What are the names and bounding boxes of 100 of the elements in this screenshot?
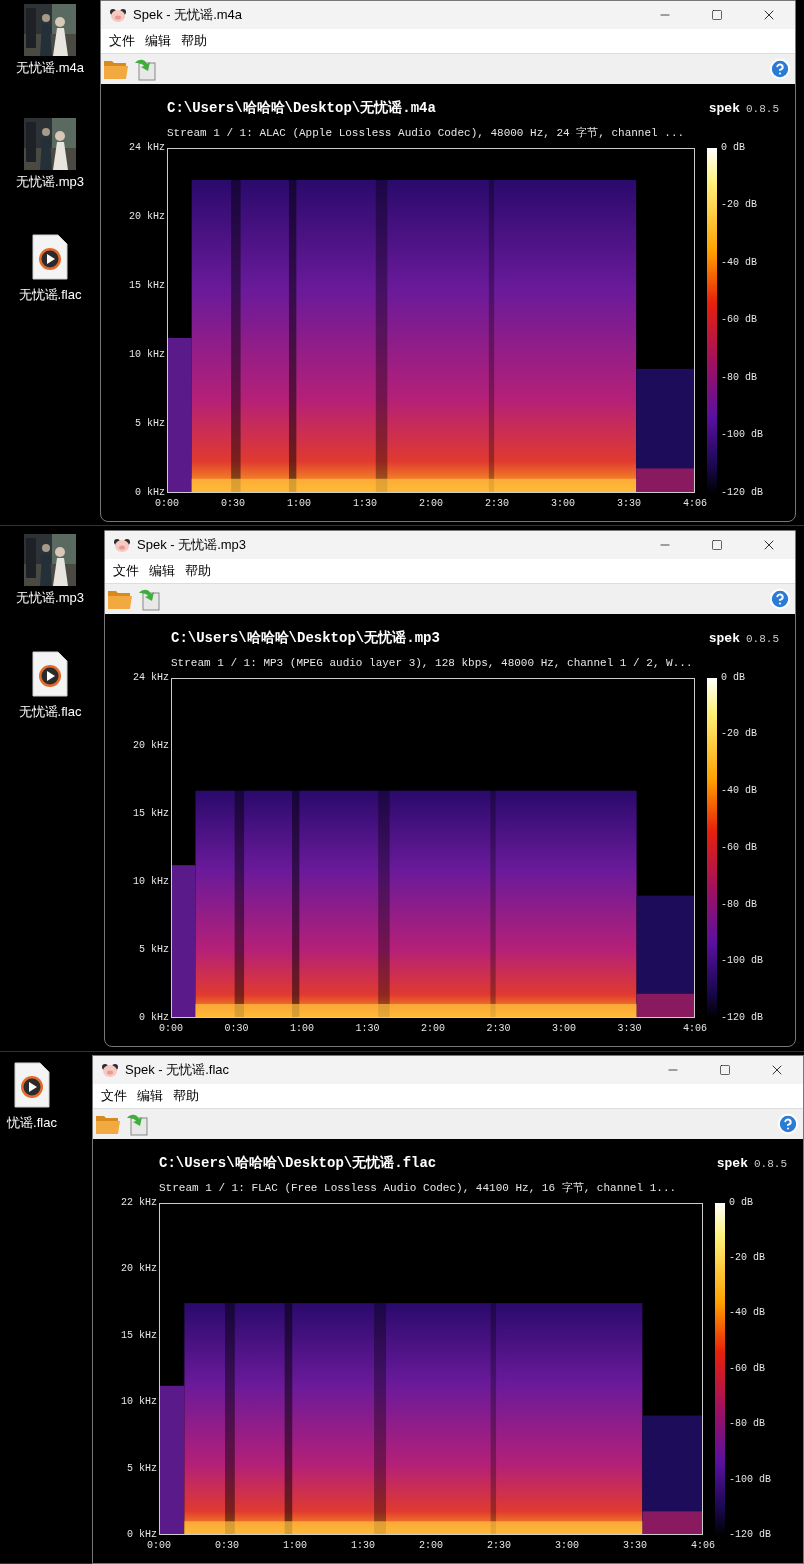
- time-label: 0:30: [215, 1539, 239, 1553]
- db-label: -80 dB: [729, 1417, 766, 1432]
- db-label: -20 dB: [721, 727, 758, 742]
- menu-item[interactable]: 帮助: [181, 561, 215, 581]
- media-file-icon[interactable]: [14, 1062, 50, 1108]
- time-label: 0:30: [224, 1022, 249, 1036]
- app-name: spek: [708, 630, 740, 648]
- db-label: -80 dB: [721, 370, 758, 385]
- menu-item[interactable]: 文件: [105, 31, 139, 51]
- menu-item[interactable]: 帮助: [169, 1086, 203, 1106]
- axis-label: 20 kHz: [129, 209, 165, 224]
- time-label: 2:00: [418, 497, 443, 511]
- time-label: 0:00: [147, 1539, 171, 1553]
- db-label: -40 dB: [729, 1306, 766, 1321]
- time-label: 3:00: [550, 497, 575, 511]
- file-name[interactable]: 无忧谣.m4a: [16, 58, 84, 78]
- help-icon[interactable]: [769, 58, 791, 80]
- file-name[interactable]: 无忧谣.flac: [18, 285, 82, 305]
- db-label: -60 dB: [729, 1361, 766, 1376]
- menu-item[interactable]: 帮助: [177, 31, 211, 51]
- axis-label: 0 kHz: [127, 1528, 157, 1541]
- pig-icon: [113, 537, 131, 553]
- time-label: 3:00: [551, 1022, 576, 1036]
- folder-icon[interactable]: [103, 58, 129, 80]
- time-label: 2:30: [484, 497, 509, 511]
- axis-label: 22 kHz: [121, 1195, 157, 1210]
- db-label: -40 dB: [721, 255, 758, 270]
- help-icon[interactable]: [769, 588, 791, 610]
- pig-icon: [109, 7, 127, 23]
- db-label: -60 dB: [721, 840, 758, 855]
- time-label: 1:00: [289, 1022, 314, 1036]
- menu-item[interactable]: 编辑: [145, 561, 179, 581]
- file-name[interactable]: 无忧谣.mp3: [16, 588, 84, 608]
- version-text: 0.8.5: [754, 1157, 787, 1172]
- time-label: 2:00: [420, 1022, 445, 1036]
- version-text: 0.8.5: [746, 102, 779, 117]
- help-icon[interactable]: [777, 1113, 799, 1135]
- db-label: -80 dB: [721, 897, 758, 912]
- axis-label: 15 kHz: [121, 1328, 157, 1343]
- time-label: 3:30: [622, 1539, 647, 1553]
- axis-label: 0 kHz: [139, 1010, 169, 1024]
- db-label: -100 dB: [729, 1472, 771, 1487]
- db-label: -120 dB: [729, 1527, 771, 1542]
- time-label: 2:30: [486, 1022, 511, 1036]
- folder-icon[interactable]: [107, 588, 133, 610]
- menu-item[interactable]: 编辑: [133, 1086, 167, 1106]
- file-path: C:\Users\哈哈哈\Desktop\无忧谣.m4a: [167, 99, 436, 118]
- app-name: spek: [708, 100, 740, 118]
- axis-label: 10 kHz: [133, 874, 169, 889]
- export-icon[interactable]: [137, 587, 161, 611]
- export-icon[interactable]: [133, 57, 157, 81]
- folder-icon[interactable]: [95, 1113, 121, 1135]
- axis-label: 10 kHz: [121, 1395, 157, 1409]
- time-label: 0:00: [155, 497, 179, 511]
- time-label: 1:00: [282, 1539, 307, 1553]
- time-label: 3:00: [554, 1539, 579, 1553]
- stream-info: Stream 1 / 1: ALAC (Apple Lossless Audio Codec), 48000 Hz, 24 字节, channel ...: [166, 126, 686, 141]
- db-label: 0 dB: [721, 140, 746, 155]
- time-label: 2:30: [486, 1539, 511, 1553]
- file-name[interactable]: 忧谣.flac: [7, 1113, 57, 1133]
- stream-info: Stream 1 / 1: FLAC (Free Lossless Audio Codec), 44100 Hz, 16 字节, channel 1...: [158, 1181, 678, 1196]
- time-label: 0:00: [159, 1022, 183, 1036]
- time-label: 4:06: [682, 1022, 707, 1036]
- axis-label: 20 kHz: [121, 1262, 157, 1276]
- window-title: Spek - 无忧谣.mp3: [137, 536, 247, 555]
- db-label: -100 dB: [721, 954, 763, 969]
- maximize-icon: [711, 539, 723, 551]
- time-label: 4:06: [690, 1539, 715, 1553]
- db-label: -20 dB: [721, 198, 758, 213]
- menu-item[interactable]: 文件: [109, 561, 143, 581]
- time-label: 1:00: [286, 497, 311, 511]
- axis-label: 15 kHz: [129, 278, 165, 293]
- time-label: 2:00: [418, 1539, 443, 1553]
- menu-item[interactable]: 编辑: [141, 31, 175, 51]
- db-label: -20 dB: [729, 1250, 766, 1265]
- db-label: -60 dB: [721, 313, 758, 328]
- axis-label: 10 kHz: [129, 347, 165, 362]
- maximize-icon: [711, 9, 723, 21]
- time-label: 3:30: [617, 1022, 642, 1036]
- time-label: 4:06: [682, 497, 707, 511]
- file-name[interactable]: 无忧谣.mp3: [16, 171, 84, 191]
- time-label: 3:30: [616, 497, 641, 511]
- media-file-icon[interactable]: [32, 234, 68, 280]
- axis-label: 24 kHz: [133, 670, 169, 685]
- version-text: 0.8.5: [746, 632, 779, 647]
- media-file-icon[interactable]: [32, 650, 68, 697]
- time-label: 1:30: [352, 497, 377, 511]
- db-label: 0 dB: [721, 670, 746, 685]
- export-icon[interactable]: [125, 1112, 149, 1136]
- axis-label: 0 kHz: [135, 485, 165, 499]
- axis-label: 24 kHz: [129, 140, 165, 155]
- axis-label: 5 kHz: [135, 416, 165, 431]
- db-label: -120 dB: [721, 1011, 763, 1025]
- stream-info: Stream 1 / 1: MP3 (MPEG audio layer 3), 128 kbps, 48000 Hz, channel 1 / 2, W...: [170, 656, 694, 671]
- db-label: -120 dB: [721, 485, 763, 500]
- menu-item[interactable]: 文件: [97, 1086, 131, 1106]
- time-label: 1:30: [355, 1022, 380, 1036]
- file-name[interactable]: 无忧谣.flac: [18, 701, 82, 721]
- file-path: C:\Users\哈哈哈\Desktop\无忧谣.mp3: [171, 629, 440, 648]
- pig-icon: [101, 1062, 119, 1078]
